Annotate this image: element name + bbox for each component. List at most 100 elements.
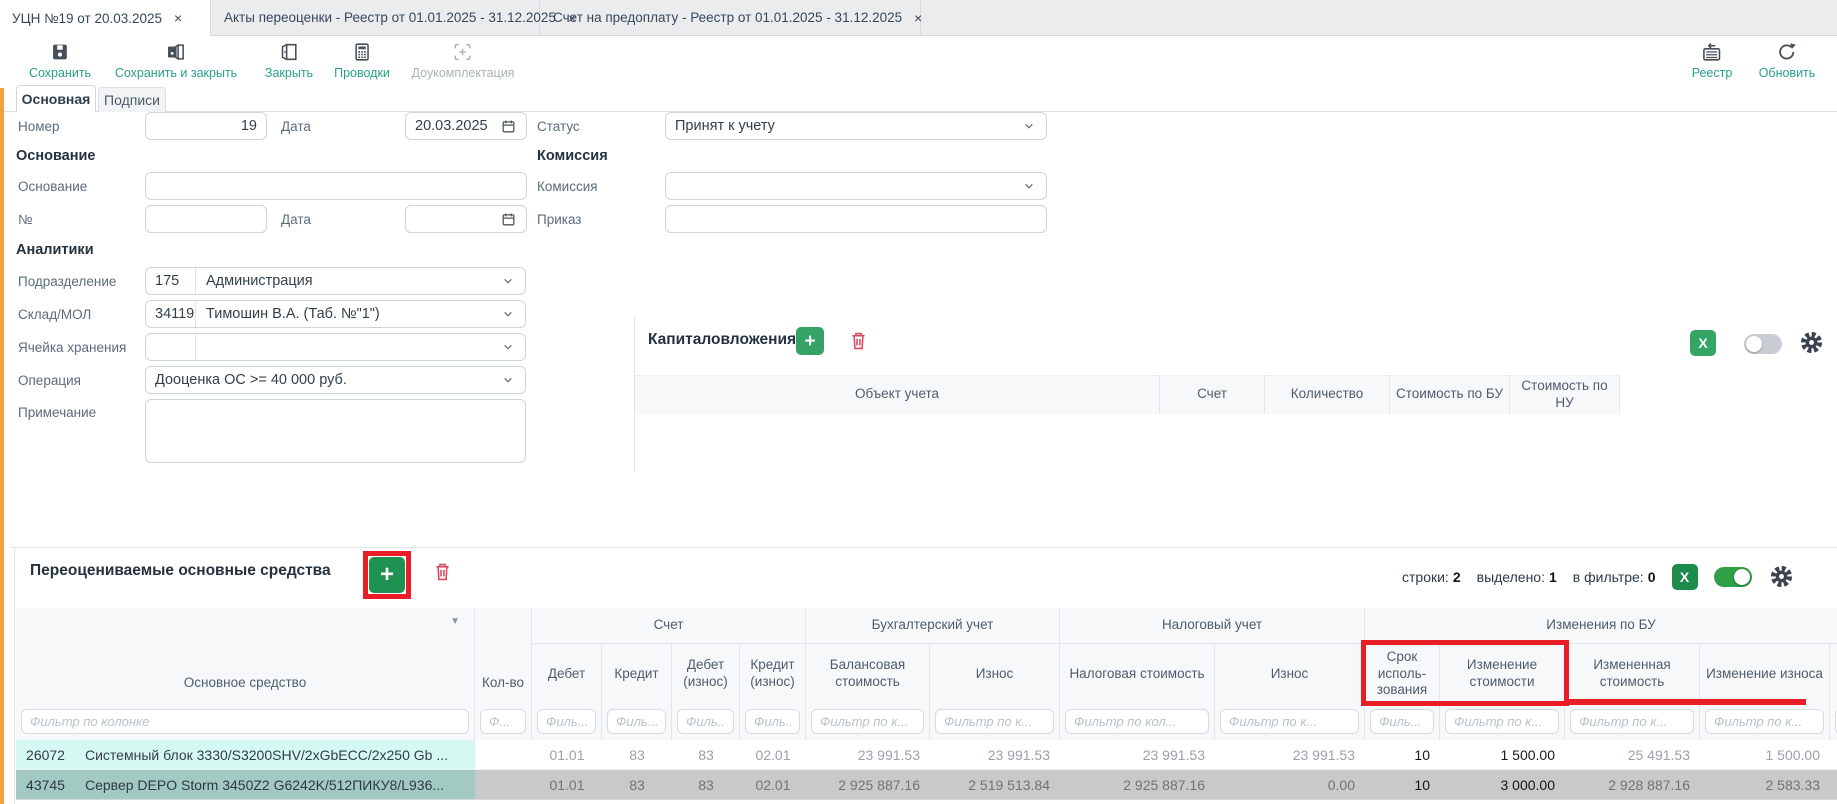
column-header-cost-bu[interactable]: Стоимость по БУ	[1390, 375, 1510, 414]
column-header-cost-nu[interactable]: Стоимость по НУ	[1510, 375, 1620, 414]
cell-dep-bu[interactable]: 2 519 513.84	[930, 770, 1060, 800]
cell-asset-name[interactable]: Сервер DEPO Storm 3450Z2 G6242K/512ПИКУ8…	[75, 770, 475, 800]
column-header-debit[interactable]: Дебет	[532, 644, 602, 704]
window-tab-invoice[interactable]: Счет на предоплату - Реестр от 01.01.202…	[541, 0, 921, 35]
delete-capital-button[interactable]	[848, 329, 869, 353]
assets-settings-button[interactable]	[1768, 563, 1795, 590]
cell-tax-value[interactable]: 23 991.53	[1060, 740, 1215, 770]
cell-asset-id[interactable]: 26072	[16, 740, 75, 770]
filter-input-dep-nu[interactable]	[1220, 709, 1359, 734]
note-textarea[interactable]	[145, 399, 526, 463]
column-header-qty[interactable]: Кол-во	[475, 608, 532, 704]
column-header-account[interactable]: Счет	[1160, 375, 1265, 414]
basis-no-field[interactable]	[145, 205, 267, 233]
add-asset-button[interactable]: +	[369, 557, 405, 593]
column-header-debit-dep[interactable]: Дебет (износ)	[672, 644, 740, 704]
column-header-dep-bu[interactable]: Износ	[930, 644, 1060, 704]
filter-input-book-value[interactable]	[811, 709, 924, 734]
filter-input-asset[interactable]	[21, 709, 469, 734]
tab-main[interactable]: Основная	[16, 85, 96, 112]
tab-signatures[interactable]: Подписи	[98, 87, 166, 112]
filter-input-tax-value[interactable]	[1065, 709, 1209, 734]
close-button[interactable]: Закрыть	[265, 41, 313, 80]
tab-close-icon[interactable]: ×	[174, 10, 182, 26]
filter-input-changed-value[interactable]	[1570, 709, 1694, 734]
cell-dep-bu[interactable]: 23 991.53	[930, 740, 1060, 770]
status-select[interactable]: Принят к учету	[665, 112, 1047, 140]
filter-input-life[interactable]	[1370, 709, 1434, 734]
order-field[interactable]	[665, 205, 1047, 233]
filter-input-debit[interactable]	[537, 709, 596, 734]
assets-excel-button[interactable]: X	[1672, 564, 1698, 590]
registry-button[interactable]: Реестр	[1692, 41, 1733, 80]
filter-input-dep-bu[interactable]	[935, 709, 1054, 734]
storage-cell-select[interactable]	[145, 333, 526, 361]
cell-credit-dep[interactable]: 02.01	[740, 770, 806, 800]
cell-debit[interactable]: 01.01	[532, 740, 602, 770]
column-header-qty[interactable]: Количество	[1265, 375, 1390, 414]
cell-changed-value[interactable]: 2 928 887.16	[1565, 770, 1700, 800]
column-header-credit-dep[interactable]: Кредит (износ)	[740, 644, 806, 704]
cell-credit[interactable]: 83	[602, 770, 672, 800]
cell-change-dep[interactable]: 1 500.00	[1700, 740, 1830, 770]
add-capital-button[interactable]: +	[796, 327, 824, 355]
cell-dep-nu[interactable]: 0.00	[1215, 770, 1365, 800]
window-tab-acts[interactable]: Акты переоценки - Реестр от 01.01.2025 -…	[212, 0, 540, 35]
assets-filter-toggle[interactable]	[1714, 567, 1752, 587]
filter-input-credit[interactable]	[607, 709, 666, 734]
cell-credit-dep[interactable]: 02.01	[740, 740, 806, 770]
cell-change-dep[interactable]: 2 583.33	[1700, 770, 1830, 800]
refresh-button[interactable]: Обновить	[1759, 41, 1816, 80]
tab-close-icon[interactable]: ×	[914, 10, 922, 26]
cell-debit-dep[interactable]: 83	[672, 740, 740, 770]
filter-input-change-value[interactable]	[1445, 709, 1559, 734]
column-header-tax-value[interactable]: Налоговая стоимость	[1060, 644, 1215, 704]
date-field[interactable]: 20.03.2025	[405, 112, 527, 140]
cell-book-value[interactable]: 2 925 887.16	[806, 770, 930, 800]
cell-asset-name[interactable]: Системный блок 3330/S3200SHV/2xGbECC/2x2…	[75, 740, 475, 770]
filter-input-credit-dep[interactable]	[745, 709, 800, 734]
cell-debit[interactable]: 01.01	[532, 770, 602, 800]
save-button[interactable]: Сохранить	[29, 41, 91, 80]
operation-select[interactable]: Дооценка ОС >= 40 000 руб.	[145, 366, 526, 394]
column-header-change-value[interactable]: Изменение стоимости	[1440, 644, 1565, 704]
filter-input-change-dep[interactable]	[1705, 709, 1824, 734]
column-header-changed-value[interactable]: Измененная стоимость	[1565, 644, 1700, 704]
cell-asset-id[interactable]: 43745	[16, 770, 75, 800]
filter-input-qty[interactable]	[480, 709, 526, 734]
column-header-asset[interactable]: ▼ Основное средство	[16, 608, 475, 704]
cell-tax-value[interactable]: 2 925 887.16	[1060, 770, 1215, 800]
number-field[interactable]: 19	[145, 112, 267, 140]
postings-button[interactable]: Проводки	[334, 41, 390, 80]
column-header-life[interactable]: Срок исполь- зования	[1365, 644, 1440, 704]
cell-qty[interactable]	[475, 740, 532, 770]
column-header-dep-nu[interactable]: Износ	[1215, 644, 1365, 704]
capital-filter-toggle[interactable]	[1744, 334, 1782, 354]
cell-book-value[interactable]: 23 991.53	[806, 740, 930, 770]
basis-field[interactable]	[145, 172, 527, 200]
column-header-book-value[interactable]: Балансовая стоимость	[806, 644, 930, 704]
cell-life[interactable]: 10	[1365, 770, 1440, 800]
capital-settings-button[interactable]	[1798, 329, 1825, 356]
commission-select[interactable]	[665, 172, 1047, 200]
cell-change-value[interactable]: 1 500.00	[1440, 740, 1565, 770]
basis-date-field[interactable]	[405, 205, 527, 233]
cell-credit[interactable]: 83	[602, 740, 672, 770]
cell-change-value[interactable]: 3 000.00	[1440, 770, 1565, 800]
cell-dep-nu[interactable]: 23 991.53	[1215, 740, 1365, 770]
filter-input-debit-dep[interactable]	[677, 709, 734, 734]
calendar-icon[interactable]	[500, 211, 517, 228]
column-header-object[interactable]: Объект учета	[635, 375, 1160, 414]
delete-asset-button[interactable]	[432, 560, 453, 584]
capital-excel-button[interactable]: X	[1690, 330, 1716, 356]
department-select[interactable]: 175 Администрация	[145, 267, 526, 295]
cell-debit-dep[interactable]: 83	[672, 770, 740, 800]
save-close-button[interactable]: Сохранить и закрыть	[115, 41, 237, 80]
column-header-change-dep[interactable]: Изменение износа	[1700, 644, 1830, 704]
calendar-icon[interactable]	[500, 118, 517, 135]
sort-icon[interactable]: ▼	[450, 616, 460, 629]
column-header-credit[interactable]: Кредит	[602, 644, 672, 704]
window-tab-doc[interactable]: УЦН №19 от 20.03.2025 ×	[0, 0, 211, 36]
warehouse-select[interactable]: 34119 Тимошин В.А. (Таб. №"1")	[145, 300, 526, 328]
cell-life[interactable]: 10	[1365, 740, 1440, 770]
